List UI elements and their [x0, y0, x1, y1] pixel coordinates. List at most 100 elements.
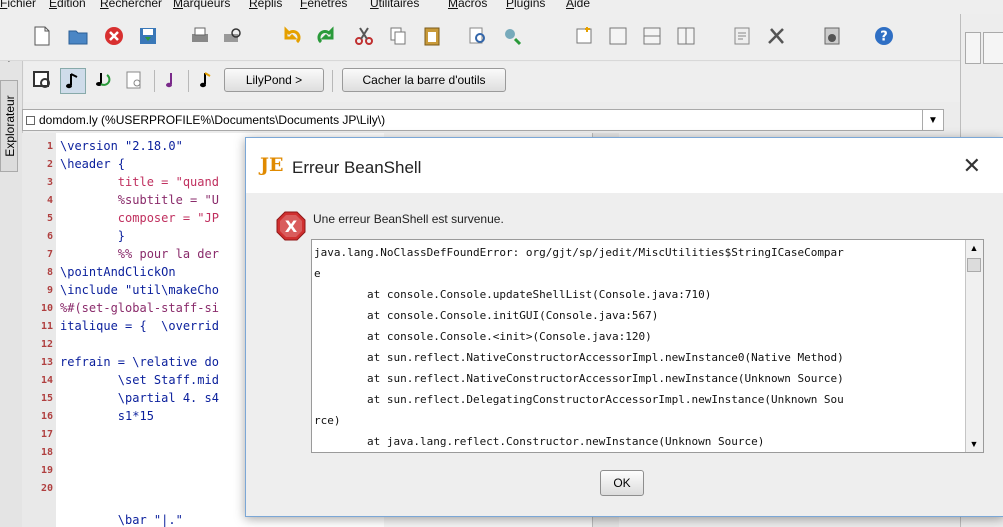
svg-text:X: X — [285, 217, 298, 236]
menu-fenetres[interactable]: Fenetres — [300, 0, 347, 10]
menu-bar: Fichier Edition Rechercher Marqueurs Rep… — [0, 0, 1003, 14]
help-icon[interactable]: ? — [872, 24, 896, 48]
line-number: 3 — [46, 177, 53, 188]
close-icon[interactable]: ✕ — [963, 154, 981, 179]
trace-line: at sun.reflect.DelegatingConstructorAcce… — [314, 393, 844, 406]
print-preview-icon[interactable] — [220, 24, 244, 48]
line-number: 16 — [40, 411, 53, 422]
split-none-icon[interactable] — [606, 24, 630, 48]
menu-marqueurs[interactable]: Marqueurs — [173, 0, 230, 10]
scroll-up-icon[interactable]: ▲ — [966, 240, 982, 256]
scroll-down-icon[interactable]: ▼ — [966, 436, 982, 452]
trace-line: at console.Console.<init>(Console.java:1… — [314, 330, 652, 343]
code-line: \header { — [60, 157, 126, 171]
dialog-title: Erreur BeanShell — [292, 158, 422, 177]
explorer-tab[interactable]: Explorateur — [0, 80, 18, 172]
copy-icon[interactable] — [386, 24, 410, 48]
code-line: \bar "|." — [60, 513, 183, 527]
jedit-logo-icon: JE — [260, 154, 284, 176]
menu-fichier[interactable]: Fichier — [0, 0, 36, 10]
lilypond-preview-icon[interactable] — [30, 68, 54, 92]
error-message: Une erreur BeanShell est survenue. — [313, 212, 504, 226]
split-horizontal-icon[interactable] — [640, 24, 664, 48]
trace-line: at sun.reflect.NativeConstructorAccessor… — [314, 351, 844, 364]
main-toolbar: ? — [0, 14, 960, 61]
split-vertical-icon[interactable] — [674, 24, 698, 48]
open-file-icon[interactable] — [66, 24, 90, 48]
lilypond-view-pdf-icon[interactable] — [122, 68, 146, 92]
cut-icon[interactable] — [352, 24, 376, 48]
line-number: 8 — [46, 267, 53, 278]
code-line: refrain = \relative do — [60, 355, 219, 369]
code-line: \partial 4. s4 — [60, 391, 219, 405]
menu-utilitaires[interactable]: Utilitaires — [370, 0, 419, 10]
hide-toolbar-button[interactable]: Cacher la barre d'outils — [342, 68, 506, 92]
line-number: 14 — [40, 375, 53, 386]
toolbar-separator — [154, 70, 155, 92]
dialog-titlebar: JE Erreur BeanShell ✕ — [246, 138, 1003, 193]
lilypond-midi-icon[interactable] — [160, 68, 184, 92]
line-number: 7 — [46, 249, 53, 260]
print-icon[interactable] — [188, 24, 212, 48]
code-line: %subtitle = "U — [60, 193, 219, 207]
line-number: 11 — [40, 321, 53, 332]
plugin-manager-icon[interactable] — [820, 24, 844, 48]
code-line: \version "2.18.0" — [60, 139, 183, 153]
lilypond-compile-icon[interactable] — [60, 68, 86, 94]
line-number: 10 — [40, 303, 53, 314]
menu-rechercher[interactable]: Rechercher — [100, 0, 162, 10]
new-file-icon[interactable] — [30, 24, 54, 48]
lilypond-note-icon[interactable] — [194, 68, 218, 92]
line-number: 1 — [46, 141, 53, 152]
scroll-thumb[interactable] — [967, 258, 981, 272]
code-line: italique = { \overrid — [60, 319, 219, 333]
code-line: } — [60, 229, 126, 243]
lilypond-menu-button[interactable]: LilyPond > — [224, 68, 324, 92]
right-dock-search-icon[interactable] — [983, 32, 1003, 64]
close-file-icon[interactable] — [102, 24, 126, 48]
undo-icon[interactable] — [280, 24, 304, 48]
menu-macros[interactable]: Macros — [448, 0, 487, 10]
line-number: 20 — [40, 483, 53, 494]
right-dock-button[interactable] — [965, 32, 981, 64]
svg-text:?: ? — [880, 30, 888, 45]
trace-line: java.lang.NoClassDefFoundError: org/gjt/… — [314, 246, 844, 259]
menu-edition[interactable]: Edition — [49, 0, 86, 10]
paste-icon[interactable] — [420, 24, 444, 48]
redo-icon[interactable] — [314, 24, 338, 48]
lilypond-play-icon[interactable] — [92, 68, 116, 92]
error-icon: X — [275, 210, 307, 242]
beanshell-error-dialog: JE Erreur BeanShell ✕ X Une erreur BeanS… — [245, 137, 1003, 517]
menu-replis[interactable]: Replis — [249, 0, 282, 10]
trace-line: rce) — [314, 414, 341, 427]
buffer-switcher[interactable]: domdom.ly (%USERPROFILE%\Documents\Docum… — [22, 109, 944, 131]
find-replace-icon[interactable] — [500, 24, 524, 48]
toolbar-separator — [188, 70, 189, 92]
chevron-down-icon[interactable]: ▼ — [922, 110, 943, 130]
buffer-options-icon[interactable] — [730, 24, 754, 48]
code-line: \include "util\makeCho — [60, 283, 219, 297]
code-line: s1*15 — [60, 409, 154, 423]
code-line: %% pour la der — [60, 247, 219, 261]
menu-plugins[interactable]: Plugins — [506, 0, 545, 10]
save-icon[interactable] — [136, 24, 160, 48]
lilypond-toolbar: LilyPond > Cacher la barre d'outils — [24, 62, 960, 102]
code-line: composer = "JP — [60, 211, 219, 225]
find-icon[interactable] — [466, 24, 490, 48]
trace-line: e — [314, 267, 321, 280]
code-line: \pointAndClickOn — [60, 265, 176, 279]
line-number: 9 — [46, 285, 53, 296]
code-line: %#(set-global-staff-si — [60, 301, 219, 315]
buffer-status-icon — [26, 115, 35, 125]
line-number: 19 — [40, 465, 53, 476]
explorer-tab-label: Explorateur — [3, 95, 17, 157]
new-view-icon[interactable] — [572, 24, 596, 48]
dialog-body: X Une erreur BeanShell est survenue. jav… — [246, 193, 1003, 516]
ok-button[interactable]: OK — [600, 470, 644, 496]
stack-trace-area[interactable]: java.lang.NoClassDefFoundError: org/gjt/… — [311, 239, 984, 453]
line-number: 13 — [40, 357, 53, 368]
buffer-path: domdom.ly (%USERPROFILE%\Documents\Docum… — [39, 113, 386, 127]
menu-aide[interactable]: Aide — [566, 0, 590, 10]
trace-scrollbar[interactable]: ▲ ▼ — [965, 240, 983, 452]
global-options-icon[interactable] — [764, 24, 788, 48]
